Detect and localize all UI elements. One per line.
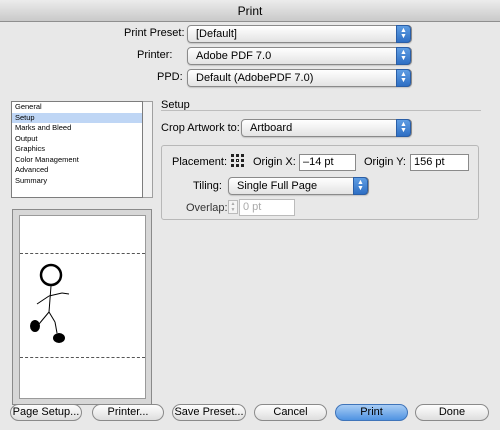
crop-artwork-value: Artboard — [250, 122, 293, 134]
tiling-label: Tiling: — [193, 180, 222, 192]
printer-value: Adobe PDF 7.0 — [196, 50, 272, 62]
popup-arrows-icon: ▲ ▼ — [396, 25, 411, 43]
page-setup-button[interactable]: Page Setup... — [10, 404, 82, 421]
ppd-popup[interactable]: Default (AdobePDF 7.0) ▲ ▼ — [187, 69, 412, 87]
sidebar-item-setup[interactable]: Setup — [12, 112, 142, 123]
sidebar-item-color-management[interactable]: Color Management — [12, 155, 142, 166]
crop-artwork-popup[interactable]: Artboard ▲ ▼ — [241, 119, 412, 137]
save-preset-button[interactable]: Save Preset... — [172, 404, 246, 421]
placement-grid-icon[interactable] — [231, 154, 244, 167]
crop-artwork-label: Crop Artwork to: — [161, 122, 240, 134]
popup-arrows-icon: ▲ ▼ — [396, 69, 411, 87]
overlap-field[interactable]: 0 pt — [239, 199, 295, 216]
origin-y-field[interactable]: 156 pt — [410, 154, 469, 171]
print-preset-label: Print Preset: — [124, 27, 185, 39]
overlap-label: Overlap: — [186, 202, 228, 214]
printer-popup[interactable]: Adobe PDF 7.0 ▲ ▼ — [187, 47, 412, 65]
sidebar-item-general[interactable]: General — [12, 102, 142, 113]
print-button[interactable]: Print — [335, 404, 408, 421]
ppd-label: PPD: — [157, 71, 183, 83]
window-title: Print — [0, 0, 500, 22]
popup-arrows-icon: ▲ ▼ — [396, 47, 411, 65]
placement-label: Placement: — [172, 156, 228, 168]
print-preset-value: [Default] — [196, 28, 237, 40]
stick-figure-artwork — [30, 263, 70, 343]
sidebar-item-graphics[interactable]: Graphics — [12, 144, 142, 155]
origin-y-label: Origin Y: — [364, 156, 406, 168]
sidebar-item-output[interactable]: Output — [12, 134, 142, 145]
preview-page — [19, 215, 146, 399]
printer-label: Printer: — [137, 49, 173, 61]
overlap-stepper[interactable]: ▲ ▼ — [228, 200, 238, 214]
tiling-value: Single Full Page — [237, 180, 318, 192]
sidebar-item-marks-and-bleed[interactable]: Marks and Bleed — [12, 123, 142, 134]
origin-x-label: Origin X: — [253, 156, 296, 168]
sidebar-item-advanced[interactable]: Advanced — [12, 165, 142, 176]
sidebar-item-summary[interactable]: Summary — [12, 176, 142, 187]
section-divider — [161, 110, 481, 111]
category-list-scrollbar[interactable] — [143, 101, 153, 198]
printer-button[interactable]: Printer... — [92, 404, 164, 421]
category-list[interactable]: General Setup Marks and Bleed Output Gra… — [11, 101, 143, 198]
tiling-popup[interactable]: Single Full Page ▲ ▼ — [228, 177, 369, 195]
popup-arrows-icon: ▲ ▼ — [396, 119, 411, 137]
ppd-value: Default (AdobePDF 7.0) — [196, 72, 314, 84]
print-preset-popup[interactable]: [Default] ▲ ▼ — [187, 25, 412, 43]
origin-x-field[interactable]: –14 pt — [299, 154, 356, 171]
done-button[interactable]: Done — [415, 404, 489, 421]
print-preview[interactable] — [12, 209, 152, 405]
cancel-button[interactable]: Cancel — [254, 404, 327, 421]
popup-arrows-icon: ▲ ▼ — [353, 177, 368, 195]
